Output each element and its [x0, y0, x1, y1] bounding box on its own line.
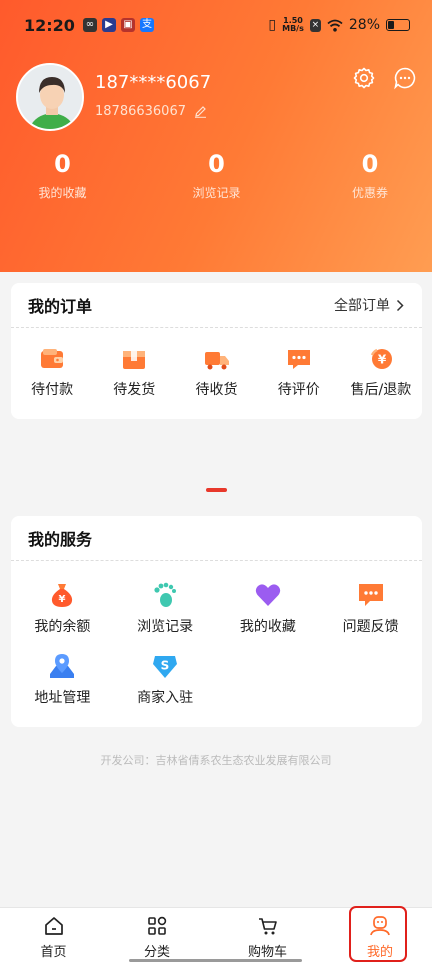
- order-item-label: 待收货: [195, 382, 238, 398]
- stats-row: 0 我的收藏 0 浏览记录 0 优惠券: [0, 150, 432, 201]
- comment-icon: [287, 350, 310, 369]
- notification-app-icon: ∞: [82, 18, 97, 32]
- stat-coupons[interactable]: 0 优惠券: [308, 150, 432, 201]
- status-app-icons: ∞ ▶ ▣ 支: [82, 18, 154, 32]
- net-speed: 1.50 MB/s: [282, 16, 304, 33]
- phone-row: 18786636067: [95, 104, 207, 119]
- cart-icon: [258, 918, 277, 935]
- order-pending-payment[interactable]: 待付款: [11, 346, 93, 399]
- home-gesture-bar[interactable]: [129, 959, 302, 962]
- orders-card: 我的订单 全部订单 待付款 待发货 待收货 待评价 ¥ 售后/退款: [11, 283, 422, 419]
- company-footer: 开发公司：吉林省倩系农生态农业发展有限公司: [100, 754, 332, 767]
- service-address[interactable]: 地址管理: [11, 652, 114, 707]
- avatar[interactable]: [16, 63, 84, 131]
- all-orders-link[interactable]: 全部订单: [334, 295, 404, 315]
- carousel-indicator: [206, 488, 227, 492]
- active-tab-highlight: [349, 906, 407, 962]
- footprint-icon: [154, 582, 177, 607]
- stat-value: 0: [361, 150, 379, 178]
- services-grid: ¥ 我的余额 浏览记录 我的收藏 问题反馈 地址管理 S 商家入驻: [11, 561, 422, 707]
- status-time: 12:20: [24, 15, 75, 35]
- vibrate-icon: ▯: [268, 17, 277, 33]
- services-header: 我的服务: [11, 516, 422, 561]
- service-item-label: 商家入驻: [137, 690, 194, 706]
- phone-number: 18786636067: [95, 104, 186, 119]
- services-title: 我的服务: [28, 530, 93, 549]
- stat-label: 优惠券: [351, 186, 388, 200]
- sim-icon: ×: [309, 18, 321, 32]
- tab-label: 分类: [143, 945, 170, 960]
- tab-label: 首页: [40, 945, 67, 960]
- category-icon: [148, 916, 167, 935]
- wallet-icon: [41, 349, 64, 368]
- order-item-label: 待付款: [31, 382, 74, 398]
- tab-home[interactable]: 首页: [0, 908, 107, 964]
- alipay-app-icon: 支: [139, 18, 154, 32]
- wifi-icon: [327, 19, 343, 32]
- package-icon: [123, 351, 146, 369]
- chevron-right-icon: [396, 299, 404, 311]
- stat-favorites[interactable]: 0 我的收藏: [0, 150, 125, 201]
- map-pin-icon: [50, 654, 75, 678]
- all-orders-label: 全部订单: [334, 298, 390, 314]
- svg-text:¥: ¥: [59, 594, 66, 605]
- service-item-label: 问题反馈: [342, 619, 399, 635]
- service-feedback[interactable]: 问题反馈: [319, 581, 422, 636]
- order-item-label: 待发货: [113, 382, 156, 398]
- edit-icon[interactable]: [194, 105, 207, 118]
- stat-label: 我的收藏: [38, 186, 87, 200]
- order-pending-review[interactable]: 待评价: [258, 346, 340, 399]
- stat-history[interactable]: 0 浏览记录: [125, 150, 308, 201]
- battery-percent: 28%: [348, 17, 380, 33]
- services-card: 我的服务 ¥ 我的余额 浏览记录 我的收藏 问题反馈 地址管理 S 商家入驻: [11, 516, 422, 727]
- tab-category[interactable]: 分类: [107, 908, 207, 964]
- svg-text:S: S: [161, 659, 170, 673]
- truck-icon: [204, 352, 229, 370]
- svg-text:¥: ¥: [378, 353, 387, 367]
- video-app-icon: ▶: [101, 18, 116, 32]
- tab-label: 购物车: [247, 945, 287, 960]
- refund-icon: ¥: [370, 348, 392, 369]
- store-app-icon: ▣: [120, 18, 135, 32]
- service-item-label: 浏览记录: [137, 619, 194, 635]
- heart-icon: [255, 584, 281, 606]
- stat-label: 浏览记录: [192, 186, 241, 200]
- message-icon[interactable]: [393, 66, 417, 90]
- feedback-icon: [358, 584, 383, 606]
- order-item-label: 售后/退款: [350, 382, 412, 398]
- order-item-label: 待评价: [277, 382, 320, 398]
- settings-gear-icon[interactable]: [352, 66, 376, 90]
- order-status-row: 待付款 待发货 待收货 待评价 ¥ 售后/退款: [11, 328, 422, 399]
- stat-value: 0: [54, 150, 71, 178]
- orders-header: 我的订单 全部订单: [11, 283, 422, 328]
- order-after-sales[interactable]: ¥ 售后/退款: [340, 346, 422, 399]
- service-history[interactable]: 浏览记录: [114, 581, 217, 636]
- avatar-icon: [18, 65, 82, 129]
- order-pending-shipment[interactable]: 待发货: [93, 346, 175, 399]
- money-bag-icon: ¥: [52, 584, 73, 607]
- battery-icon: [386, 19, 410, 31]
- orders-title: 我的订单: [28, 297, 93, 316]
- service-item-label: 我的收藏: [239, 619, 296, 635]
- service-favorites[interactable]: 我的收藏: [217, 581, 320, 636]
- tab-cart[interactable]: 购物车: [207, 908, 328, 964]
- username: 187****6067: [95, 72, 212, 93]
- merchant-icon: S: [153, 656, 178, 678]
- service-balance[interactable]: ¥ 我的余额: [11, 581, 114, 636]
- service-merchant[interactable]: S 商家入驻: [114, 652, 217, 707]
- status-bar: 12:20 ∞ ▶ ▣ 支 ▯ 1.50 MB/s × 28%: [0, 0, 432, 50]
- profile-header: 12:20 ∞ ▶ ▣ 支 ▯ 1.50 MB/s × 28% 187****6…: [0, 0, 432, 272]
- order-pending-receipt[interactable]: 待收货: [175, 346, 257, 399]
- service-item-label: 我的余额: [34, 619, 91, 635]
- service-item-label: 地址管理: [34, 690, 91, 706]
- stat-value: 0: [208, 150, 225, 178]
- home-icon: [44, 917, 63, 935]
